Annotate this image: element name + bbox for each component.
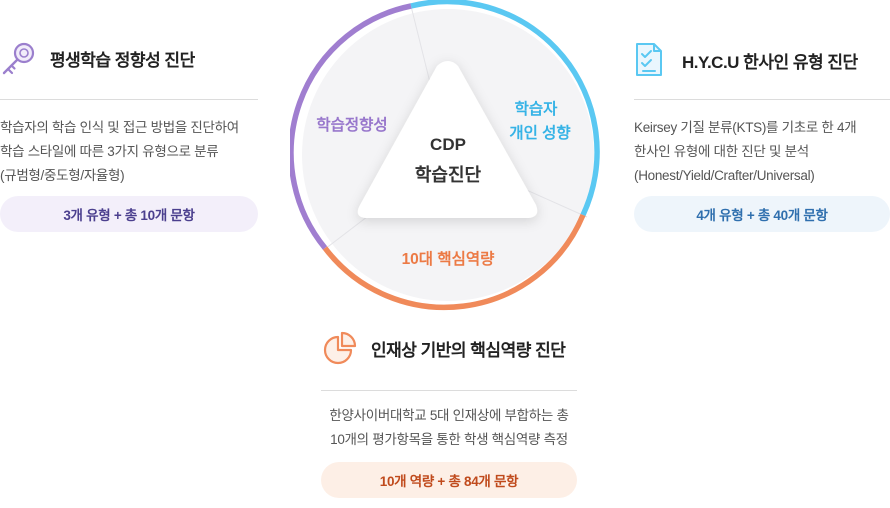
divider [0,99,258,100]
panel-description: 학습자의 학습 인식 및 접근 방법을 진단하여 학습 스타일에 따른 3가지 … [0,120,239,183]
pie-chart-icon [321,328,359,368]
segment-label-personal-tendency-1: 학습자 [515,100,559,118]
segment-label-core-competency: 10대 핵심역량 [402,249,496,268]
panel-header: H.Y.C.U 한사인 유형 진단 [634,42,890,78]
center-subtitle: 학습진단 [415,164,482,185]
hycu-type-panel: H.Y.C.U 한사인 유형 진단 Keirsey 기질 분류(KTS)를 기초… [634,42,890,232]
divider [321,390,577,391]
core-competency-panel: 인재상 기반의 핵심역량 진단 한양사이버대학교 5대 인재상에 부합하는 총 … [321,328,577,498]
item-count-badge: 3개 유형 + 총 10개 문항 [0,196,258,232]
segment-label-personal-tendency-2: 개인 성향 [509,123,570,142]
panel-title: 평생학습 정향성 진단 [50,50,195,70]
item-count-badge: 10개 역량 + 총 84개 문항 [321,462,577,498]
cdp-diagnosis-diagram: CDP 학습진단 학습정향성 학습자 개인 성향 10대 핵심역량 [288,0,610,312]
panel-title: 인재상 기반의 핵심역량 진단 [371,340,566,360]
item-count-badge: 4개 유형 + 총 40개 문항 [634,196,890,232]
learning-orientation-panel: 평생학습 정향성 진단 학습자의 학습 인식 및 접근 방법을 진단하여 학습 … [0,40,258,232]
segment-label-learning-orientation: 학습정향성 [316,115,387,134]
center-title: CDP [430,135,466,154]
panel-description: Keirsey 기질 분류(KTS)를 기초로 한 4개 한사인 유형에 대한 … [634,120,857,183]
checklist-icon [634,42,664,78]
panel-header: 인재상 기반의 핵심역량 진단 [321,328,577,368]
panel-header: 평생학습 정향성 진단 [0,40,258,76]
panel-title: H.Y.C.U 한사인 유형 진단 [682,52,858,72]
divider [634,99,890,100]
key-icon [0,40,38,76]
panel-description: 한양사이버대학교 5대 인재상에 부합하는 총 10개의 평가항목을 통한 학생… [329,408,569,447]
